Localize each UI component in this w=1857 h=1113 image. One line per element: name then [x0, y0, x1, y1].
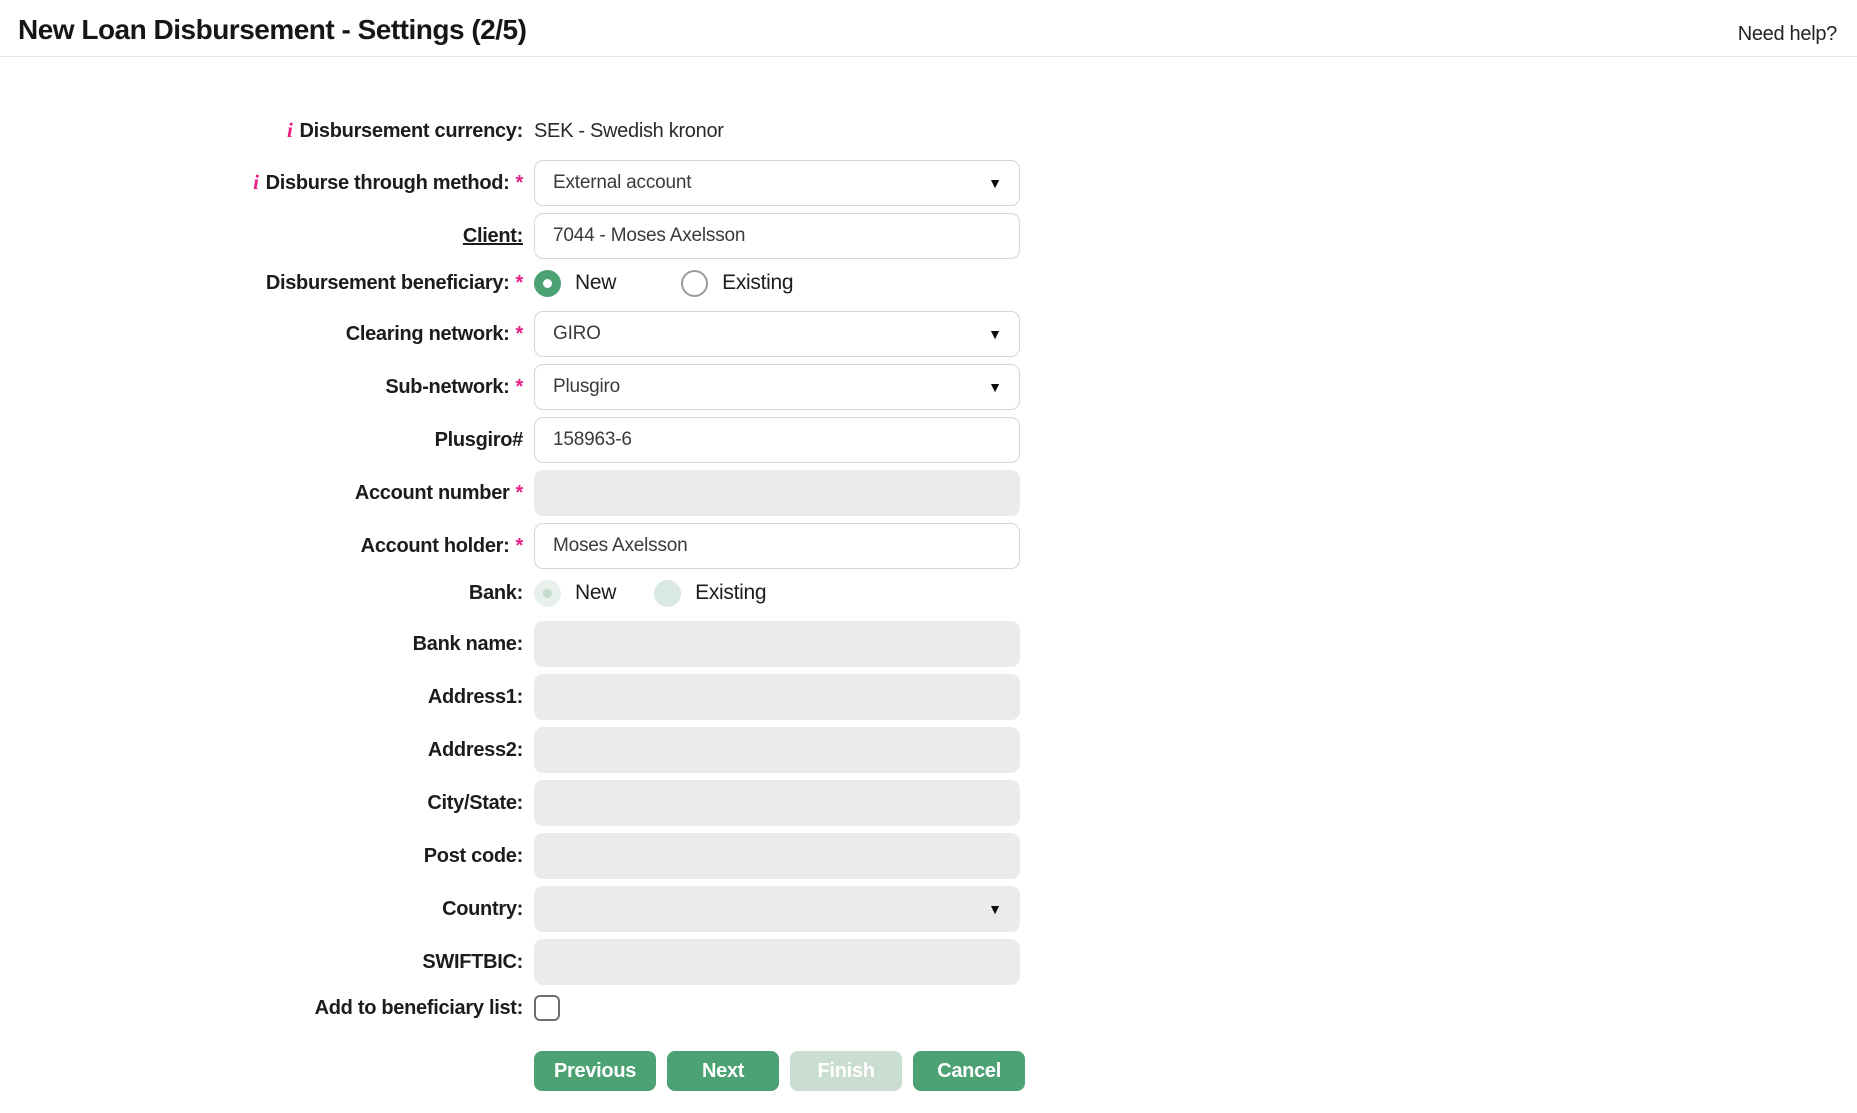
bank-name-label: Bank name:	[0, 632, 523, 656]
row-sub-network: Sub-network:* ▼	[0, 364, 1857, 410]
city-state-label: City/State:	[0, 791, 523, 815]
address2-label: Address2:	[0, 738, 523, 762]
country-label: Country:	[0, 897, 523, 921]
bank-existing-label: Existing	[695, 581, 766, 605]
info-icon[interactable]: i	[287, 118, 293, 142]
beneficiary-existing-label[interactable]: Existing	[722, 271, 793, 295]
row-swiftbic: SWIFTBIC:	[0, 939, 1857, 985]
row-city-state: City/State:	[0, 780, 1857, 826]
bank-label: Bank:	[0, 581, 523, 605]
address2-input	[534, 727, 1020, 773]
row-account-number: Account number*	[0, 470, 1857, 516]
account-holder-input[interactable]	[534, 523, 1020, 569]
bank-new-radio	[534, 580, 561, 607]
required-marker: *	[516, 172, 523, 194]
account-number-label: Account number*	[0, 481, 523, 505]
row-post-code: Post code:	[0, 833, 1857, 879]
sub-network-select[interactable]	[534, 364, 1020, 410]
clearing-network-select[interactable]	[534, 311, 1020, 357]
post-code-label: Post code:	[0, 844, 523, 868]
row-address2: Address2:	[0, 727, 1857, 773]
client-input[interactable]	[534, 213, 1020, 259]
account-number-input	[534, 470, 1020, 516]
required-marker: *	[516, 482, 523, 504]
plusgiro-number-input[interactable]	[534, 417, 1020, 463]
row-disbursement-currency: iDisbursement currency: SEK - Swedish kr…	[0, 117, 1857, 145]
wizard-buttons: Previous Next Finish Cancel	[534, 1051, 1857, 1091]
required-marker: *	[516, 535, 523, 557]
page-header: New Loan Disbursement - Settings (2/5) N…	[0, 0, 1857, 57]
beneficiary-existing-radio[interactable]	[681, 270, 708, 297]
required-marker: *	[516, 323, 523, 345]
row-bank: Bank: New Existing	[0, 576, 1857, 610]
need-help-link[interactable]: Need help?	[1738, 23, 1837, 46]
country-select	[534, 886, 1020, 932]
row-disburse-through-method: iDisburse through method:* ▼	[0, 160, 1857, 206]
disbursement-currency-label: iDisbursement currency:	[0, 118, 523, 143]
city-state-input	[534, 780, 1020, 826]
sub-network-label: Sub-network:*	[0, 375, 523, 399]
page-title: New Loan Disbursement - Settings (2/5)	[18, 14, 526, 46]
swiftbic-label: SWIFTBIC:	[0, 950, 523, 974]
disbursement-currency-value: SEK - Swedish kronor	[534, 120, 724, 143]
info-icon[interactable]: i	[253, 170, 259, 194]
clearing-network-label: Clearing network:*	[0, 322, 523, 346]
row-disbursement-beneficiary: Disbursement beneficiary:* New Existing	[0, 266, 1857, 300]
required-marker: *	[516, 376, 523, 398]
address1-label: Address1:	[0, 685, 523, 709]
bank-name-input	[534, 621, 1020, 667]
row-account-holder: Account holder:*	[0, 523, 1857, 569]
bank-existing-radio	[654, 580, 681, 607]
row-bank-name: Bank name:	[0, 621, 1857, 667]
row-clearing-network: Clearing network:* ▼	[0, 311, 1857, 357]
row-address1: Address1:	[0, 674, 1857, 720]
row-country: Country: ▼	[0, 886, 1857, 932]
previous-button[interactable]: Previous	[534, 1051, 656, 1091]
account-holder-label: Account holder:*	[0, 534, 523, 558]
row-client: Client:	[0, 213, 1857, 259]
beneficiary-new-label[interactable]: New	[575, 271, 616, 295]
add-to-beneficiary-list-label: Add to beneficiary list:	[0, 996, 523, 1020]
finish-button: Finish	[790, 1051, 902, 1091]
plusgiro-number-label: Plusgiro#	[0, 428, 523, 452]
disbursement-settings-form: iDisbursement currency: SEK - Swedish kr…	[0, 57, 1857, 1091]
disburse-through-method-label: iDisburse through method:*	[0, 170, 523, 195]
disburse-through-method-select[interactable]	[534, 160, 1020, 206]
bank-new-label: New	[575, 581, 616, 605]
disbursement-beneficiary-label: Disbursement beneficiary:*	[0, 271, 523, 295]
required-marker: *	[516, 272, 523, 294]
address1-input	[534, 674, 1020, 720]
add-to-beneficiary-list-checkbox[interactable]	[534, 995, 560, 1021]
next-button[interactable]: Next	[667, 1051, 779, 1091]
swiftbic-input	[534, 939, 1020, 985]
row-plusgiro-number: Plusgiro#	[0, 417, 1857, 463]
client-label: Client:	[0, 224, 523, 248]
beneficiary-new-radio[interactable]	[534, 270, 561, 297]
post-code-input	[534, 833, 1020, 879]
row-add-to-beneficiary-list: Add to beneficiary list:	[0, 993, 1857, 1023]
cancel-button[interactable]: Cancel	[913, 1051, 1025, 1091]
